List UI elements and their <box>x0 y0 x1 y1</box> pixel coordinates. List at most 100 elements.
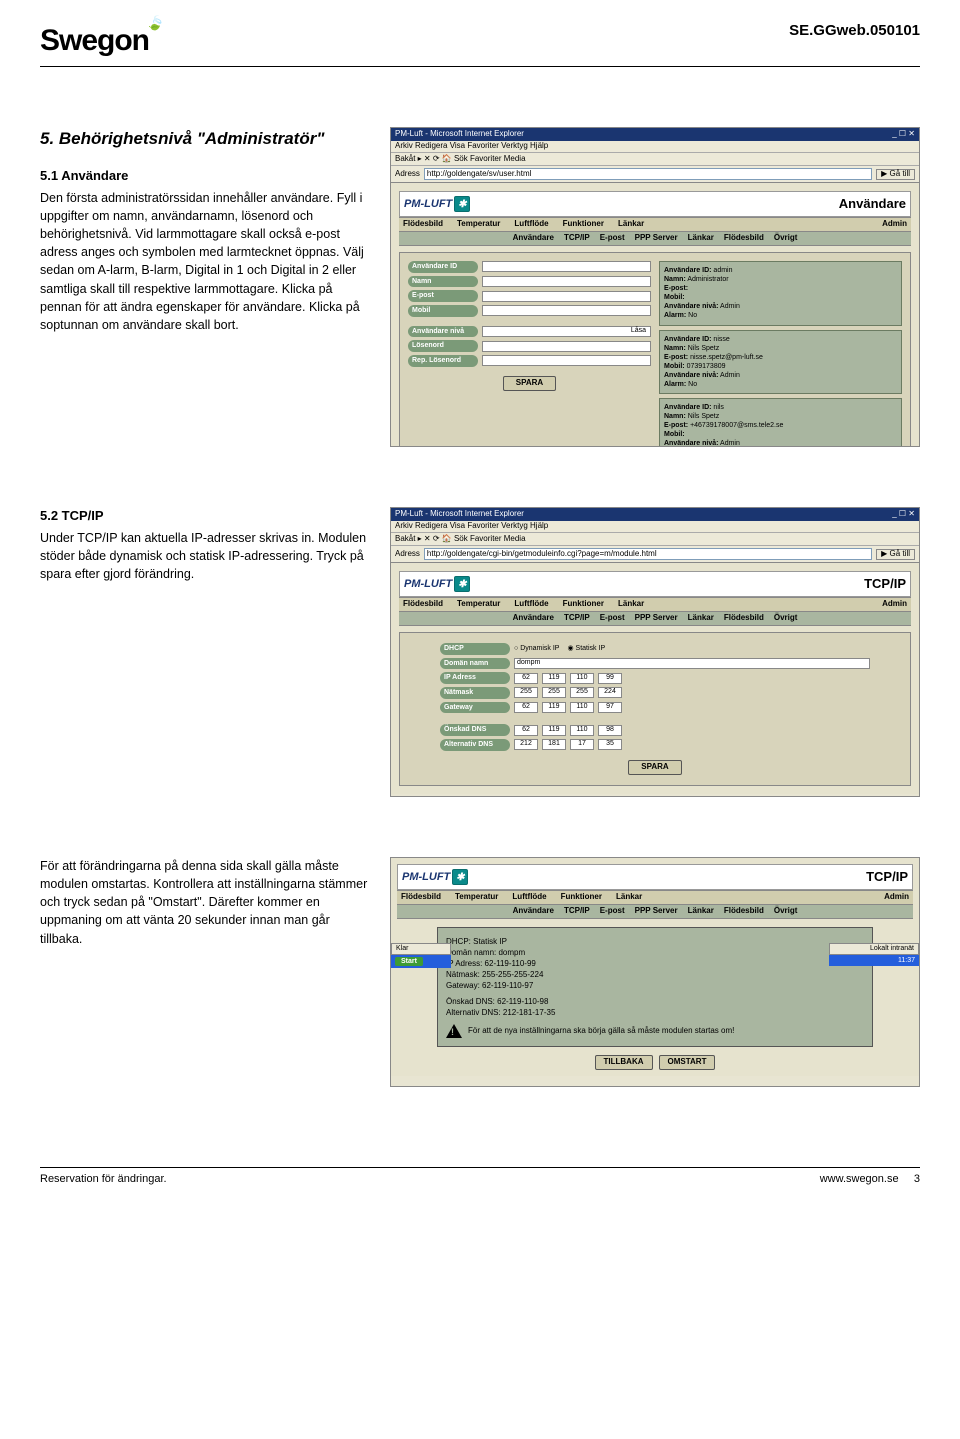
fld-label: IP Adress <box>440 672 510 684</box>
password-input[interactable] <box>482 341 651 352</box>
nav-item[interactable]: Funktioner <box>563 600 604 609</box>
dns1-oct[interactable]: 98 <box>598 725 622 736</box>
gw-oct[interactable]: 119 <box>542 702 566 713</box>
window-controls[interactable]: _ ☐ ✕ <box>892 510 915 519</box>
nav-item[interactable]: Luftflöde <box>512 893 546 902</box>
dns1-oct[interactable]: 119 <box>542 725 566 736</box>
window-controls[interactable]: _ ☐ ✕ <box>892 130 915 139</box>
nav-item[interactable]: Länkar <box>688 907 714 916</box>
nav-item[interactable]: Flödesbild <box>401 893 441 902</box>
nav-item[interactable]: Flödesbild <box>403 220 443 229</box>
mask-oct[interactable]: 255 <box>570 687 594 698</box>
addr-field[interactable]: http://goldengate/sv/user.html <box>424 168 872 180</box>
save-button[interactable]: SPARA <box>503 376 556 391</box>
nav-item[interactable]: Luftflöde <box>514 600 548 609</box>
ip-oct[interactable]: 110 <box>570 673 594 684</box>
nav-item[interactable]: PPP Server <box>635 614 678 623</box>
rep-password-input[interactable] <box>482 355 651 366</box>
form-left: Användare ID Namn E-post Mobil Användare… <box>408 261 651 447</box>
nav-admin[interactable]: Admin <box>882 600 907 609</box>
nav-item[interactable]: Flödesbild <box>724 234 764 243</box>
nav-item[interactable]: Länkar <box>688 614 714 623</box>
start-button[interactable]: Start <box>395 957 423 967</box>
mask-oct[interactable]: 255 <box>514 687 538 698</box>
go-button[interactable]: ▶ Gå till <box>876 549 915 560</box>
text-column: 5. Behörighetsnivå "Administratör" 5.1 A… <box>40 127 370 334</box>
panel-title: Användare <box>839 197 906 211</box>
email-input[interactable] <box>482 291 651 302</box>
gw-oct[interactable]: 110 <box>570 702 594 713</box>
dhcp-label: DHCP <box>440 643 510 655</box>
pm-luft-logo: PM-LUFT✱ <box>402 869 468 885</box>
level-select[interactable]: Låsa <box>482 326 651 337</box>
nav-item[interactable]: Länkar <box>618 600 644 609</box>
nav-item[interactable]: Funktioner <box>561 893 602 902</box>
ip-oct[interactable]: 99 <box>598 673 622 684</box>
dns1-oct[interactable]: 62 <box>514 725 538 736</box>
ip-oct[interactable]: 62 <box>514 673 538 684</box>
nav-item[interactable]: Temperatur <box>457 220 500 229</box>
radio-static[interactable]: ◉ Statisk IP <box>567 645 605 653</box>
nav-item[interactable]: Användare <box>513 234 554 243</box>
nav-item[interactable]: Flödesbild <box>724 907 764 916</box>
nav-item[interactable]: E-post <box>600 614 625 623</box>
toolbar[interactable]: Bakåt ▸ ✕ ⟳ 🏠 Sök Favoriter Media <box>391 153 919 167</box>
name-input[interactable] <box>482 276 651 287</box>
addr-field[interactable]: http://goldengate/cgi-bin/getmoduleinfo.… <box>424 548 872 560</box>
mask-oct[interactable]: 255 <box>542 687 566 698</box>
nav-item[interactable]: PPP Server <box>635 234 678 243</box>
user-id-input[interactable] <box>482 261 651 272</box>
ip-oct[interactable]: 119 <box>542 673 566 684</box>
user-row[interactable]: Användare ID: nisse Namn: Nils Spetz E-p… <box>659 330 902 395</box>
domain-input[interactable]: dompm <box>514 658 870 669</box>
nav-item[interactable]: Luftflöde <box>514 220 548 229</box>
save-button[interactable]: SPARA <box>628 760 681 775</box>
nav-item[interactable]: Övrigt <box>774 907 798 916</box>
nav-item[interactable]: Användare <box>513 614 554 623</box>
nav-item[interactable]: Användare <box>513 907 554 916</box>
nav-item[interactable]: Länkar <box>616 893 642 902</box>
nav-item[interactable]: E-post <box>600 234 625 243</box>
nav-item[interactable]: Länkar <box>688 234 714 243</box>
mobile-input[interactable] <box>482 305 651 316</box>
user-row[interactable]: Användare ID: admin Namn: Administrator … <box>659 261 902 326</box>
nav-item[interactable]: Temperatur <box>455 893 498 902</box>
menubar[interactable]: Arkiv Redigera Visa Favoriter Verktyg Hj… <box>391 521 919 533</box>
go-button[interactable]: ▶ Gå till <box>876 169 915 180</box>
fan-icon: ✱ <box>454 196 470 212</box>
nav-admin[interactable]: Admin <box>884 893 909 902</box>
radio-dynamic[interactable]: ○ Dynamisk IP <box>514 645 559 653</box>
mask-oct[interactable]: 224 <box>598 687 622 698</box>
user-row[interactable]: Användare ID: nils Namn: Nils Spetz E-po… <box>659 398 902 447</box>
dns2-oct[interactable]: 35 <box>598 739 622 750</box>
nav-item[interactable]: Övrigt <box>774 234 798 243</box>
back-button[interactable]: TILLBAKA <box>595 1055 653 1070</box>
address-bar: Adress http://goldengate/cgi-bin/getmodu… <box>391 546 919 563</box>
nav-item[interactable]: E-post <box>600 907 625 916</box>
nav-item[interactable]: Funktioner <box>563 220 604 229</box>
nav-item[interactable]: TCP/IP <box>564 234 590 243</box>
fld-label: Önskad DNS <box>440 724 510 736</box>
gw-oct[interactable]: 97 <box>598 702 622 713</box>
nav-item[interactable]: TCP/IP <box>564 907 590 916</box>
gw-oct[interactable]: 62 <box>514 702 538 713</box>
dns1-oct[interactable]: 110 <box>570 725 594 736</box>
nav-item[interactable]: Övrigt <box>774 614 798 623</box>
addr-label: Adress <box>395 170 420 179</box>
fld-label: Namn <box>408 276 478 288</box>
menubar[interactable]: Arkiv Redigera Visa Favoriter Verktyg Hj… <box>391 141 919 153</box>
nav-item[interactable]: PPP Server <box>635 907 678 916</box>
nav-item[interactable]: Temperatur <box>457 600 500 609</box>
app-header: PM-LUFT✱ Användare <box>399 191 911 217</box>
toolbar[interactable]: Bakåt ▸ ✕ ⟳ 🏠 Sök Favoriter Media <box>391 533 919 547</box>
nav-item[interactable]: Länkar <box>618 220 644 229</box>
dns2-oct[interactable]: 17 <box>570 739 594 750</box>
nav-item[interactable]: Flödesbild <box>724 614 764 623</box>
nav-admin[interactable]: Admin <box>882 220 907 229</box>
dns2-oct[interactable]: 212 <box>514 739 538 750</box>
restart-button[interactable]: OMSTART <box>659 1055 716 1070</box>
nav-item[interactable]: Flödesbild <box>403 600 443 609</box>
dns2-oct[interactable]: 181 <box>542 739 566 750</box>
nav-item[interactable]: TCP/IP <box>564 614 590 623</box>
section-5-2-row: 5.2 TCP/IP Under TCP/IP kan aktuella IP-… <box>40 507 920 797</box>
